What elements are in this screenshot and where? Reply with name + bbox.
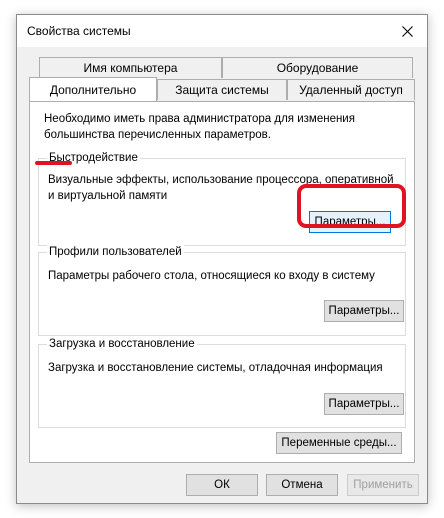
tab-system-protection[interactable]: Защита системы — [157, 79, 287, 100]
performance-description: Визуальные эффекты, использование процес… — [48, 174, 394, 202]
user-profiles-group-label: Профили пользователей — [47, 245, 184, 259]
startup-recovery-group-label: Загрузка и восстановление — [47, 337, 197, 351]
startup-recovery-group: Загрузка и восстановление Загрузка и вос… — [38, 337, 406, 428]
apply-button[interactable]: Применить — [347, 474, 419, 496]
system-properties-window: Свойства системы Имя компьютера Оборудов… — [16, 14, 428, 504]
admin-info-text: Необходимо иметь права администратора дл… — [44, 113, 355, 141]
window-title: Свойства системы — [27, 24, 131, 38]
user-profiles-settings-button[interactable]: Параметры... — [324, 300, 404, 322]
annotation-underline — [35, 161, 72, 165]
tab-computer-name[interactable]: Имя компьютера — [39, 57, 222, 78]
tab-panel-advanced: Необходимо иметь права администратора дл… — [29, 101, 415, 463]
cancel-button[interactable]: Отмена — [266, 474, 338, 496]
performance-settings-button[interactable]: Параметры... — [309, 211, 391, 233]
close-icon — [401, 25, 413, 37]
title-bar: Свойства системы — [17, 15, 427, 47]
startup-recovery-description: Загрузка и восстановление системы, отлад… — [48, 362, 383, 374]
performance-group: Быстродействие Визуальные эффекты, испол… — [38, 151, 406, 246]
environment-variables-button[interactable]: Переменные среды... — [276, 432, 402, 454]
user-profiles-group: Профили пользователей Параметры рабочего… — [38, 245, 406, 336]
tab-strip: Имя компьютера Оборудование Дополнительн… — [29, 57, 415, 101]
user-profiles-description: Параметры рабочего стола, относящиеся ко… — [48, 270, 375, 282]
startup-recovery-settings-button[interactable]: Параметры... — [324, 393, 404, 415]
tab-advanced[interactable]: Дополнительно — [29, 77, 157, 101]
ok-button[interactable]: ОК — [186, 474, 258, 496]
close-button[interactable] — [387, 15, 427, 47]
tab-remote-access[interactable]: Удаленный доступ — [287, 79, 415, 100]
tab-hardware[interactable]: Оборудование — [222, 57, 413, 78]
